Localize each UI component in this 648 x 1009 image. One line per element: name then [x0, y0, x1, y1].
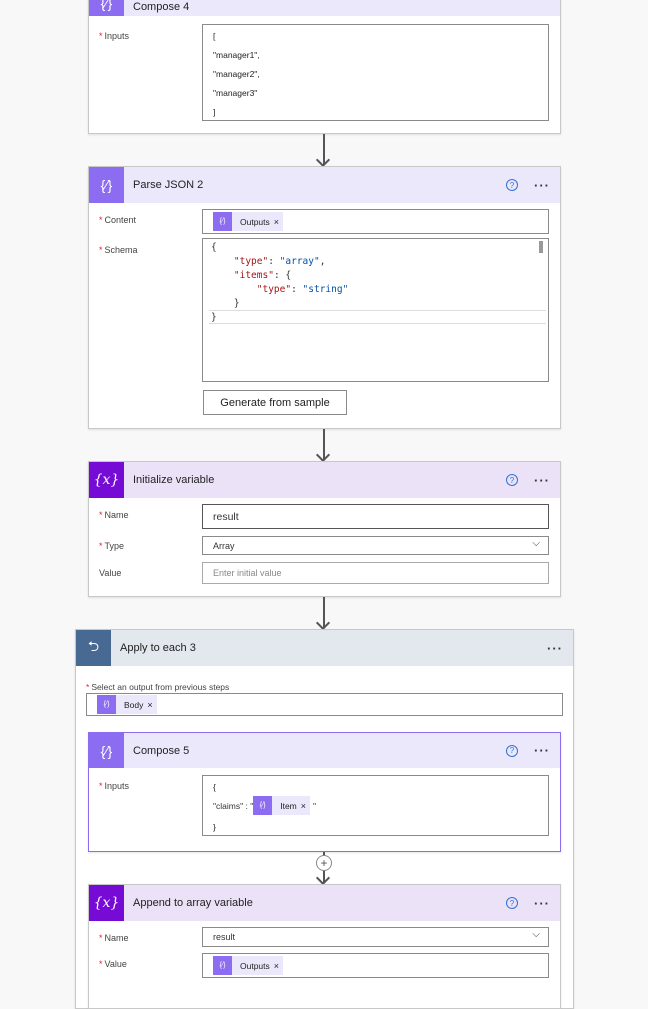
select-output-field[interactable]: {⁄} Body × [86, 693, 563, 716]
input-line: "manager2", [213, 69, 260, 79]
append-to-array-header[interactable]: {x} Append to array variable ? ··· [89, 885, 560, 921]
value-label: * Value [99, 959, 127, 969]
compose-icon: {⁄} [89, 0, 124, 16]
body-token[interactable]: {⁄} Body × [97, 695, 157, 714]
input-line: ] [213, 107, 216, 117]
claims-suffix: " [313, 800, 317, 811]
type-label: * Type [99, 541, 125, 551]
token-label: Outputs [240, 216, 270, 227]
apply-to-each-header[interactable]: ⮌ Apply to each 3 ··· [76, 630, 573, 666]
remove-token-icon[interactable]: × [274, 961, 283, 971]
token-label: Outputs [240, 960, 270, 971]
outputs-token[interactable]: {⁄} Outputs × [213, 956, 284, 975]
parse-json-card: {⁄} Parse JSON 2 ? ··· * Content {⁄} Outpu… [88, 166, 561, 429]
compose-5-header[interactable]: {⁄} Compose 5 ? ··· [89, 733, 560, 768]
chevron-down-icon: ⌵ [532, 929, 540, 940]
loop-item-icon: {⁄} [253, 796, 273, 815]
more-options-icon[interactable]: ··· [547, 641, 563, 656]
connector-arrow [323, 134, 325, 165]
more-options-icon[interactable]: ··· [534, 473, 550, 488]
input-line: "manager3" [213, 88, 258, 98]
generate-from-sample-button[interactable]: Generate from sample [203, 390, 347, 415]
initialize-variable-header[interactable]: {x} Initialize variable ? ··· [89, 462, 560, 498]
parse-json-header[interactable]: {⁄} Parse JSON 2 ? ··· [89, 167, 560, 203]
outputs-token[interactable]: {⁄} Outputs × [213, 212, 284, 231]
item-token[interactable]: {⁄} Item × [253, 796, 311, 815]
chevron-down-icon: ⌵ [532, 538, 540, 549]
compose-4-header[interactable]: {⁄} Compose 4 [89, 0, 560, 16]
append-to-array-title: Append to array variable [133, 897, 253, 909]
select-output-label: * Select an output from previous steps [86, 682, 230, 692]
more-options-icon[interactable]: ··· [534, 178, 550, 193]
name-label: * Name [99, 510, 129, 520]
compose-5-title: Compose 5 [133, 744, 190, 757]
compose-4-card: {⁄} Compose 4 * Inputs [ "manager1", "man… [88, 0, 561, 134]
help-icon[interactable]: ? [506, 179, 518, 191]
token-label: Item [280, 800, 297, 811]
content-label: * Content [99, 215, 137, 225]
variable-value-input[interactable]: Enter initial value [202, 562, 549, 584]
compose-4-title: Compose 4 [133, 0, 190, 13]
compose-5-card: {⁄} Compose 5 ? ··· * Inputs { "claims" :… [88, 732, 561, 852]
inputs-label: * Inputs [99, 781, 130, 791]
schema-label: * Schema [99, 245, 138, 255]
apply-to-each-title: Apply to each 3 [120, 642, 196, 654]
initialize-variable-card: {x} Initialize variable ? ··· * Name resu… [88, 461, 561, 597]
type-value: Array [213, 540, 235, 551]
remove-token-icon[interactable]: × [301, 801, 310, 811]
remove-token-icon[interactable]: × [147, 700, 156, 710]
input-line: { [213, 782, 216, 792]
parse-json-icon: {⁄} [97, 695, 116, 714]
initialize-variable-title: Initialize variable [133, 474, 215, 486]
help-icon[interactable]: ? [506, 897, 518, 909]
variable-icon: {x} [89, 462, 124, 498]
claims-text: "claims" : " [213, 800, 254, 811]
current-line-highlight [209, 310, 546, 324]
help-icon[interactable]: ? [506, 744, 518, 757]
compose-5-inputs-field[interactable]: { "claims" : " {⁄} Item × " } [202, 775, 549, 836]
compose-4-inputs-field[interactable]: [ "manager1", "manager2", "manager3" ] [202, 24, 549, 121]
token-label: Body [124, 699, 144, 710]
editor-scrollbar[interactable] [539, 241, 543, 253]
input-line: "manager1", [213, 50, 260, 60]
input-line: } [213, 822, 216, 832]
parse-json-icon: {⁄} [89, 167, 124, 203]
append-value-field[interactable]: {⁄} Outputs × [202, 953, 549, 978]
variable-icon: {x} [89, 885, 124, 921]
append-name-select[interactable]: result ⌵ [202, 927, 549, 947]
connector-arrow [323, 429, 325, 460]
name-label: * Name [99, 933, 129, 943]
compose-icon: {⁄} [213, 956, 232, 975]
loop-icon: ⮌ [76, 630, 111, 666]
remove-token-icon[interactable]: × [274, 217, 283, 227]
compose-icon: {⁄} [213, 212, 232, 231]
append-to-array-card: {x} Append to array variable ? ··· * Name… [88, 884, 561, 1009]
add-step-button[interactable]: + [316, 855, 332, 871]
connector-arrow [323, 597, 325, 628]
help-icon[interactable]: ? [506, 474, 518, 486]
value-label: Value [99, 568, 122, 578]
name-value: result [213, 932, 236, 942]
variable-type-select[interactable]: Array ⌵ [202, 536, 549, 555]
content-field[interactable]: {⁄} Outputs × [202, 209, 549, 234]
parse-json-title: Parse JSON 2 [133, 179, 204, 191]
variable-name-input[interactable]: result [202, 504, 549, 529]
compose-icon: {⁄} [89, 733, 124, 768]
more-options-icon[interactable]: ··· [534, 743, 550, 758]
inputs-label: * Inputs [99, 31, 130, 41]
schema-editor[interactable]: { "type": "array", "items": { "type": "s… [202, 238, 549, 382]
more-options-icon[interactable]: ··· [534, 896, 550, 911]
input-line: [ [213, 31, 216, 41]
